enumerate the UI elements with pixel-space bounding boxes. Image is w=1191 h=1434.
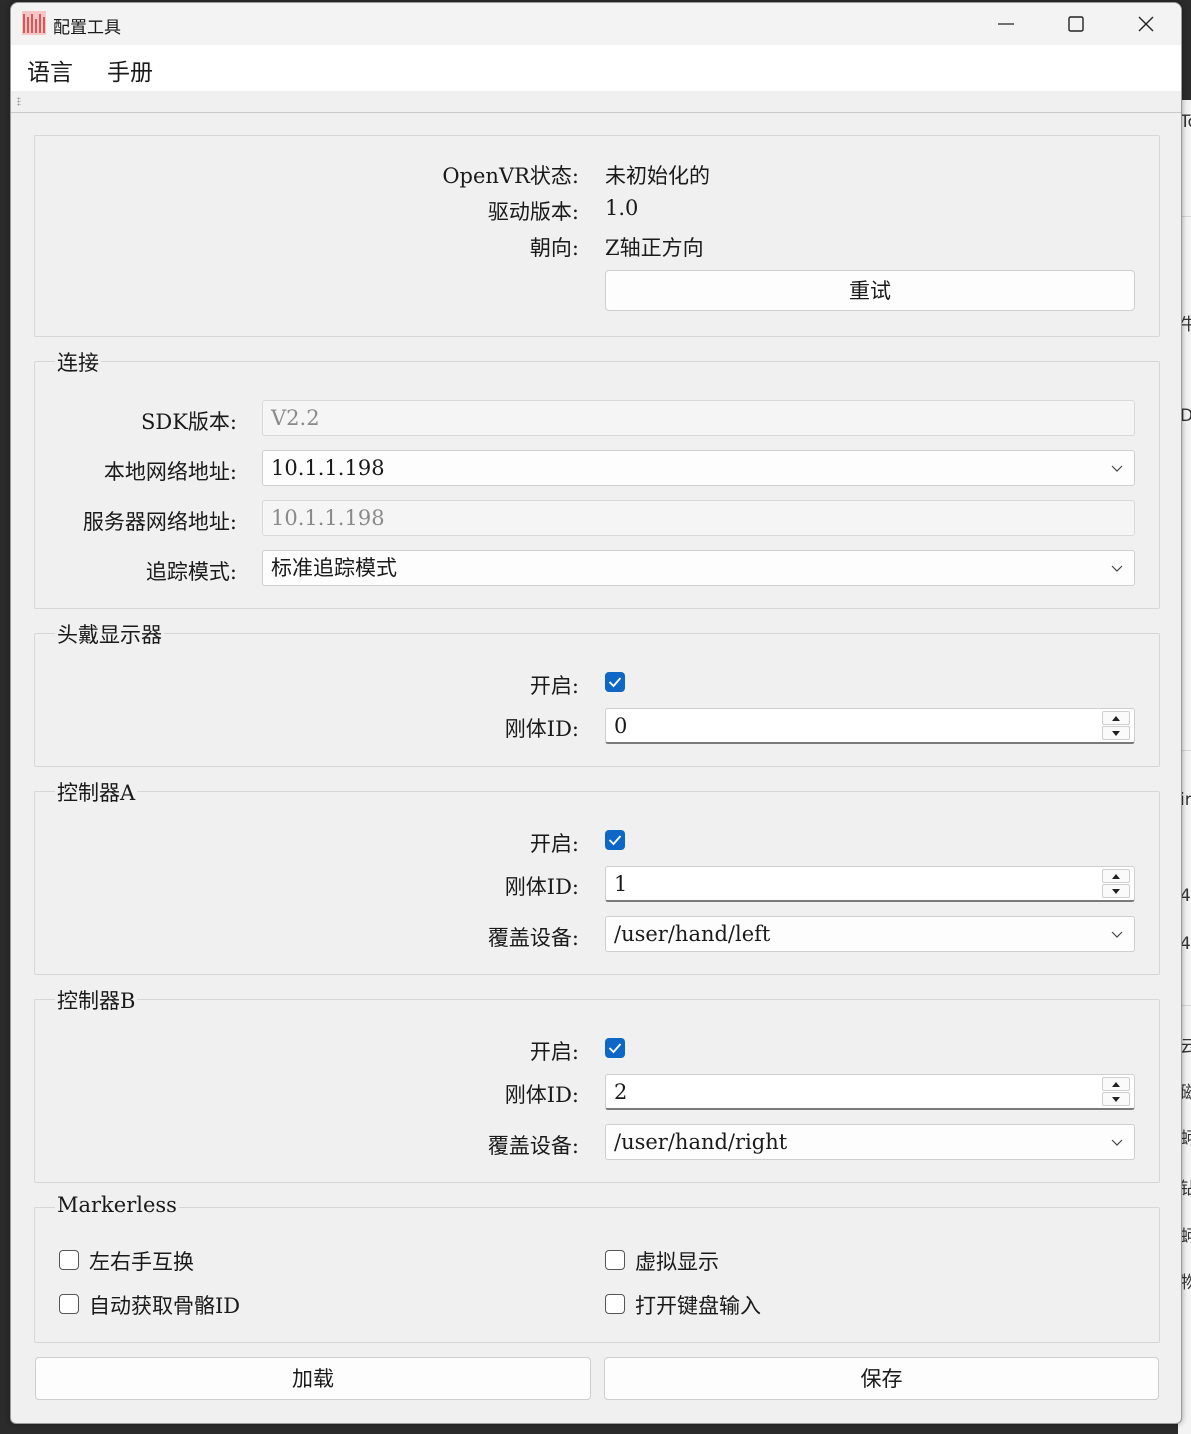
- menu-language[interactable]: 语言: [27, 53, 73, 87]
- local-address-label: 本地网络地址:: [103, 460, 237, 484]
- tracking-mode-value: 标准追踪模式: [271, 556, 397, 580]
- controller-a-group: 控制器A 开启: 刚体ID: 1 覆盖设备: /user/hand/left: [34, 777, 1160, 975]
- spin-buttons: [1102, 869, 1132, 899]
- checkmark-icon: [608, 1043, 622, 1054]
- server-address-field: 10.1.1.198: [262, 500, 1135, 536]
- swap-hands-checkbox[interactable]: [59, 1250, 79, 1270]
- minimize-icon: [998, 23, 1014, 25]
- hmd-enable-label: 开启:: [529, 674, 579, 698]
- menu-bar: 语言 手册: [11, 45, 1181, 91]
- controller-b-enable-checkbox[interactable]: [605, 1038, 625, 1058]
- sdk-version-label: SDK版本:: [141, 410, 237, 434]
- chevron-down-icon: [1111, 465, 1123, 472]
- hmd-enable-checkbox[interactable]: [605, 672, 625, 692]
- retry-button[interactable]: 重试: [605, 270, 1135, 311]
- hmd-rigid-id-spinbox[interactable]: 0: [605, 708, 1135, 744]
- spin-up-button[interactable]: [1102, 711, 1130, 725]
- toolbar: [11, 91, 1181, 113]
- local-address-value: 10.1.1.198: [271, 456, 385, 480]
- spin-down-button[interactable]: [1102, 1092, 1130, 1106]
- caret-up-icon: [1112, 874, 1120, 879]
- sdk-version-field: V2.2: [262, 400, 1135, 436]
- controller-a-rigid-id-label: 刚体ID:: [504, 875, 579, 899]
- controller-b-override-label: 覆盖设备:: [487, 1134, 579, 1158]
- openvr-status-value: 未初始化的: [605, 164, 710, 188]
- spin-buttons: [1102, 711, 1132, 741]
- window-title: 配置工具: [53, 18, 121, 38]
- controller-b-rigid-id-value: 2: [614, 1080, 628, 1104]
- virtual-display-checkbox[interactable]: [605, 1250, 625, 1270]
- chevron-down-icon: [1111, 1139, 1123, 1146]
- orientation-label: 朝向:: [529, 236, 579, 260]
- close-icon: [1138, 16, 1154, 32]
- swap-hands-label[interactable]: 左右手互换: [89, 1246, 194, 1276]
- minimize-button[interactable]: [971, 3, 1041, 45]
- controller-b-group-title: 控制器B: [55, 985, 138, 1015]
- status-group: OpenVR状态: 未初始化的 驱动版本: 1.0 朝向: Z轴正方向 重试: [34, 135, 1160, 337]
- spin-down-button[interactable]: [1102, 884, 1130, 898]
- controller-a-enable-label: 开启:: [529, 832, 579, 856]
- controller-b-rigid-id-label: 刚体ID:: [504, 1083, 579, 1107]
- caret-down-icon: [1112, 731, 1120, 736]
- spin-buttons: [1102, 1077, 1132, 1107]
- spin-up-button[interactable]: [1102, 869, 1130, 883]
- maximize-icon: [1068, 16, 1084, 32]
- caret-down-icon: [1112, 889, 1120, 894]
- spin-down-button[interactable]: [1102, 726, 1130, 740]
- driver-version-label: 驱动版本:: [487, 200, 579, 224]
- caret-up-icon: [1112, 1082, 1120, 1087]
- save-button[interactable]: 保存: [604, 1357, 1159, 1400]
- controller-a-rigid-id-spinbox[interactable]: 1: [605, 866, 1135, 902]
- controller-b-override-value: /user/hand/right: [614, 1130, 788, 1154]
- config-tool-window: 配置工具 语言 手册 OpenVR状态: 未初始化的 驱动版本: 1.0 朝向:…: [10, 2, 1182, 1424]
- app-icon: [22, 11, 46, 35]
- connection-group-title: 连接: [55, 347, 101, 377]
- auto-skeleton-id-label[interactable]: 自动获取骨骼ID: [89, 1290, 240, 1320]
- controller-a-group-title: 控制器A: [55, 777, 138, 807]
- hmd-rigid-id-value: 0: [614, 714, 628, 738]
- controller-a-override-select[interactable]: /user/hand/left: [605, 916, 1135, 952]
- connection-group: 连接 SDK版本: V2.2 本地网络地址: 10.1.1.198 服务器网络地…: [34, 347, 1160, 609]
- caret-down-icon: [1112, 1097, 1120, 1102]
- open-keyboard-input-checkbox[interactable]: [605, 1294, 625, 1314]
- menu-manual[interactable]: 手册: [107, 53, 153, 87]
- controller-a-override-value: /user/hand/left: [614, 922, 771, 946]
- hmd-rigid-id-label: 刚体ID:: [504, 717, 579, 741]
- virtual-display-label[interactable]: 虚拟显示: [635, 1246, 719, 1276]
- toolbar-grip[interactable]: [17, 97, 21, 106]
- caret-up-icon: [1112, 716, 1120, 721]
- checkmark-icon: [608, 677, 622, 688]
- controller-b-rigid-id-spinbox[interactable]: 2: [605, 1074, 1135, 1110]
- title-bar[interactable]: 配置工具: [11, 3, 1181, 45]
- tracking-mode-select[interactable]: 标准追踪模式: [262, 550, 1135, 586]
- markerless-group: Markerless 左右手互换 虚拟显示 自动获取骨骼ID 打开键盘输入: [34, 1193, 1160, 1343]
- chevron-down-icon: [1111, 931, 1123, 938]
- markerless-group-title: Markerless: [55, 1193, 179, 1217]
- tracking-mode-label: 追踪模式:: [145, 560, 237, 584]
- controller-b-override-select[interactable]: /user/hand/right: [605, 1124, 1135, 1160]
- chevron-down-icon: [1111, 565, 1123, 572]
- driver-version-value: 1.0: [605, 196, 639, 220]
- controller-b-group: 控制器B 开启: 刚体ID: 2 覆盖设备: /user/hand/right: [34, 985, 1160, 1183]
- controller-a-rigid-id-value: 1: [614, 872, 628, 896]
- maximize-button[interactable]: [1041, 3, 1111, 45]
- checkmark-icon: [608, 835, 622, 846]
- hmd-group: 头戴显示器 开启: 刚体ID: 0: [34, 619, 1160, 767]
- open-keyboard-input-label[interactable]: 打开键盘输入: [635, 1290, 761, 1320]
- openvr-status-label: OpenVR状态:: [442, 164, 579, 188]
- load-button[interactable]: 加载: [35, 1357, 591, 1400]
- auto-skeleton-id-checkbox[interactable]: [59, 1294, 79, 1314]
- controller-b-enable-label: 开启:: [529, 1040, 579, 1064]
- hmd-group-title: 头戴显示器: [55, 619, 164, 649]
- orientation-value: Z轴正方向: [605, 236, 704, 260]
- local-address-select[interactable]: 10.1.1.198: [262, 450, 1135, 486]
- server-address-label: 服务器网络地址:: [82, 510, 237, 534]
- controller-a-enable-checkbox[interactable]: [605, 830, 625, 850]
- spin-up-button[interactable]: [1102, 1077, 1130, 1091]
- controller-a-override-label: 覆盖设备:: [487, 926, 579, 950]
- close-button[interactable]: [1111, 3, 1181, 45]
